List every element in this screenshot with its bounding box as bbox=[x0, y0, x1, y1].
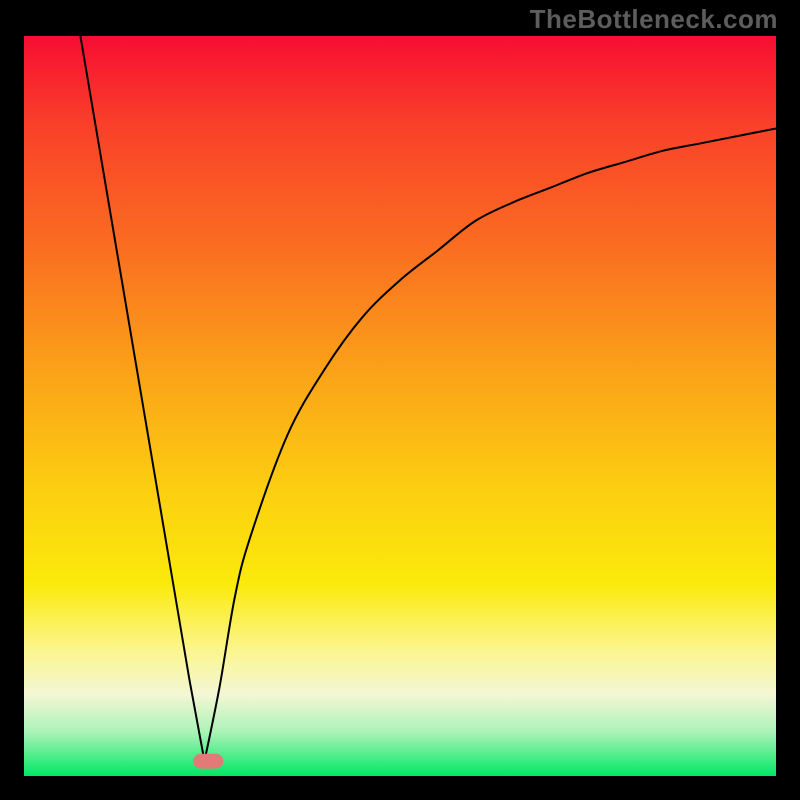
bottleneck-curve bbox=[80, 36, 776, 761]
plot-area bbox=[24, 36, 776, 776]
min-marker bbox=[193, 754, 223, 769]
curve-layer bbox=[24, 36, 776, 776]
attribution-text: TheBottleneck.com bbox=[530, 4, 778, 35]
figure-frame: TheBottleneck.com bbox=[0, 0, 800, 800]
